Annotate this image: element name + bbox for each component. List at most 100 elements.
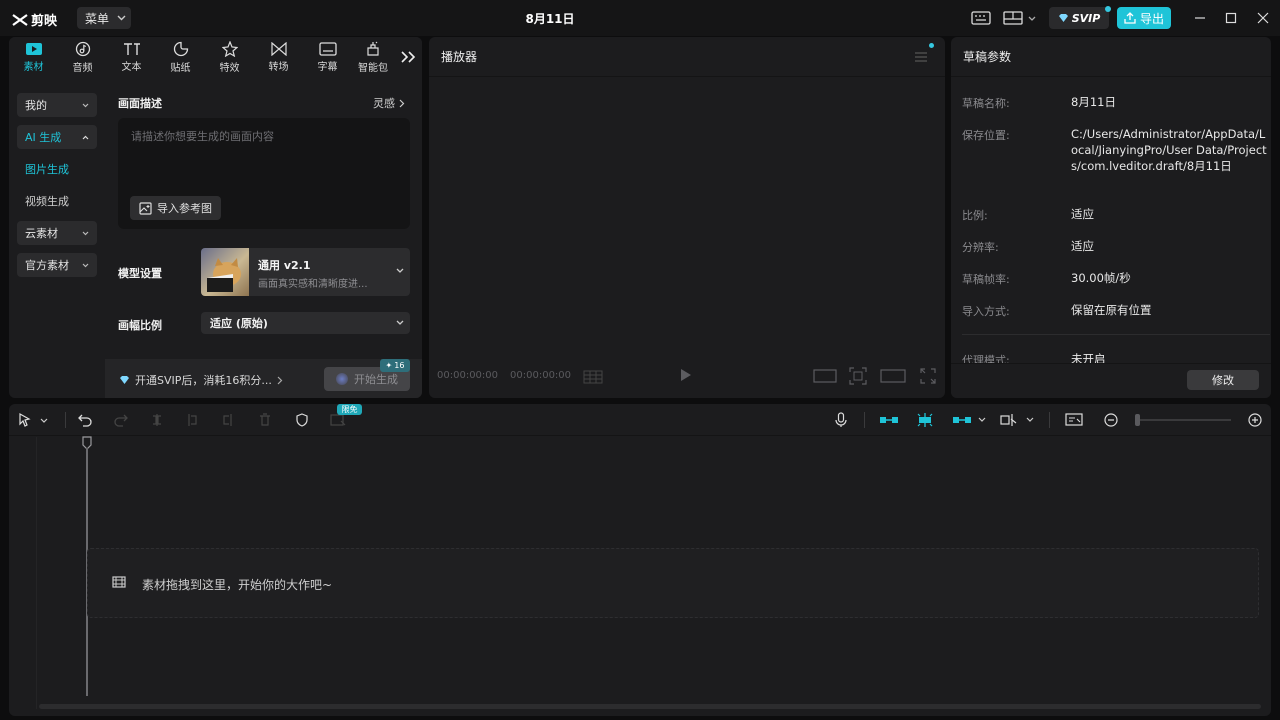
layout-icon[interactable] (1002, 8, 1038, 28)
shield-icon[interactable] (292, 411, 312, 429)
shortcut-keyboard-icon[interactable] (970, 8, 992, 28)
tab-label: 字幕 (317, 61, 338, 73)
current-time: 00:00:00:00 (437, 370, 499, 381)
side-item-label: 云素材 (25, 227, 58, 240)
auto-snap-icon[interactable] (915, 411, 935, 429)
player-header: 播放器 (429, 37, 945, 77)
preview-axis-icon[interactable] (999, 411, 1037, 429)
crop-ratio-icon[interactable] (813, 369, 837, 386)
proxy-row-clip: 代理模式: 未开启 (951, 351, 1271, 363)
microphone-icon[interactable] (831, 411, 851, 429)
more-tabs-button[interactable] (394, 37, 422, 77)
aspect-ratio-value: 适应 (原始) (210, 317, 268, 330)
text-icon (123, 42, 140, 55)
transition-icon (270, 41, 287, 56)
fit-screen-icon[interactable] (849, 367, 867, 388)
save-location-value: C:/Users/Administrator/AppData/Local/Jia… (1071, 127, 1267, 173)
timeline-toolbar: 限免 (9, 404, 1271, 436)
inspiration-link[interactable]: 灵感 (373, 95, 405, 111)
tab-transition[interactable]: 转场 (254, 37, 303, 77)
proxy-value: 未开启 (1071, 352, 1106, 363)
export-button[interactable]: 导出 (1117, 7, 1171, 29)
prompt-input[interactable] (131, 128, 401, 178)
track-header-divider (36, 437, 37, 709)
player-panel: 播放器 00:00:00:00 00:00:00:00 (429, 37, 945, 398)
divider (65, 412, 66, 428)
audio-icon (75, 41, 90, 56)
chevron-down-icon (82, 103, 89, 107)
player-menu-icon[interactable] (914, 51, 928, 66)
export-label: 导出 (1139, 11, 1164, 26)
tab-effects[interactable]: 特效 (205, 37, 254, 77)
side-item-label: 官方素材 (25, 259, 69, 272)
effects-icon (221, 40, 238, 57)
framerate-value: 30.00帧/秒 (1071, 271, 1131, 285)
maximize-icon[interactable] (1220, 8, 1242, 28)
svip-label: SVIP (1071, 11, 1101, 25)
drop-hint-text: 素材拖拽到这里，开始你的大作吧~ (142, 578, 333, 592)
fullscreen-icon[interactable] (920, 368, 936, 387)
tab-label: 转场 (268, 61, 289, 73)
generate-label: 开始生成 (354, 373, 398, 386)
model-thumbnail (201, 248, 249, 296)
zoom-slider-handle[interactable] (1135, 414, 1140, 426)
tab-text[interactable]: 文本 (107, 37, 156, 77)
redo-icon[interactable] (111, 411, 131, 429)
timeline-preview-icon[interactable] (1064, 411, 1084, 429)
side-item-ai-generate[interactable]: AI 生成 (17, 125, 97, 149)
select-tool-icon[interactable] (16, 411, 50, 429)
media-tabs: 素材 音频 文本 贴纸 特效 转场 字幕 智能包 (9, 37, 422, 77)
zoom-in-icon[interactable] (1245, 411, 1265, 429)
delete-icon[interactable] (255, 411, 275, 429)
chevron-down-icon (82, 231, 89, 235)
svip-button[interactable]: SVIP (1049, 6, 1111, 29)
svip-promo-link[interactable]: 开通SVIP后，消耗16积分... (119, 372, 283, 388)
zoom-slider[interactable] (1135, 419, 1231, 421)
tab-subtitle[interactable]: 字幕 (303, 37, 352, 77)
aspect-ratio-label: 画幅比例 (118, 319, 162, 332)
preview-ratio-icon[interactable] (880, 369, 906, 386)
generate-spinner-icon (336, 373, 348, 385)
media-panel: 素材 音频 文本 贴纸 特效 转场 字幕 智能包 我的 AI 生成 图片生成 视… (9, 37, 422, 398)
side-item-official[interactable]: 官方素材 (17, 253, 97, 277)
timeline-scrollbar[interactable] (39, 704, 1261, 709)
draft-header: 草稿参数 (951, 37, 1271, 77)
zoom-out-icon[interactable] (1101, 411, 1121, 429)
draft-params-panel: 草稿参数 草稿名称: 8月11日 保存位置: C:/Users/Administ… (951, 37, 1271, 398)
title-bar: 剪映 菜单 8月11日 SVIP 导出 (0, 0, 1280, 36)
media-icon (25, 42, 42, 55)
trim-left-icon[interactable] (182, 411, 202, 429)
notification-dot (929, 43, 934, 48)
model-description: 画面真实感和清晰度进... (258, 279, 368, 290)
edit-draft-button[interactable]: 修改 (1187, 370, 1259, 390)
resolution-key: 分辨率: (962, 241, 999, 254)
trim-right-icon[interactable] (218, 411, 238, 429)
tab-media[interactable]: 素材 (9, 37, 58, 77)
chevron-down-icon (396, 268, 404, 273)
side-item-mine[interactable]: 我的 (17, 93, 97, 117)
subtitle-icon (318, 41, 337, 56)
ratio-value: 适应 (1071, 207, 1094, 221)
play-icon[interactable] (680, 368, 692, 385)
undo-icon[interactable] (75, 411, 95, 429)
divider (962, 334, 1270, 335)
side-item-cloud[interactable]: 云素材 (17, 221, 97, 245)
tab-smart[interactable]: 智能包 (352, 37, 394, 77)
linkage-icon[interactable] (951, 411, 989, 429)
tab-audio[interactable]: 音频 (58, 37, 107, 77)
export-icon (1124, 12, 1136, 24)
main-track-magnet-icon[interactable] (879, 411, 899, 429)
import-mode-key: 导入方式: (962, 305, 1010, 318)
split-icon[interactable] (147, 411, 167, 429)
side-item-image-generate[interactable]: 图片生成 (17, 157, 97, 181)
import-reference-button[interactable]: 导入参考图 (130, 196, 221, 220)
minimize-icon[interactable] (1189, 8, 1211, 28)
tab-sticker[interactable]: 贴纸 (156, 37, 205, 77)
close-icon[interactable] (1252, 8, 1274, 28)
model-select[interactable]: 通用 v2.1 画面真实感和清晰度进... (201, 248, 410, 296)
chevron-right-icon (277, 376, 283, 384)
side-item-video-generate[interactable]: 视频生成 (17, 189, 97, 213)
draft-name-key: 草稿名称: (962, 97, 1010, 110)
aspect-ratio-select[interactable]: 适应 (原始) (201, 312, 410, 334)
model-name: 通用 v2.1 (258, 259, 311, 272)
